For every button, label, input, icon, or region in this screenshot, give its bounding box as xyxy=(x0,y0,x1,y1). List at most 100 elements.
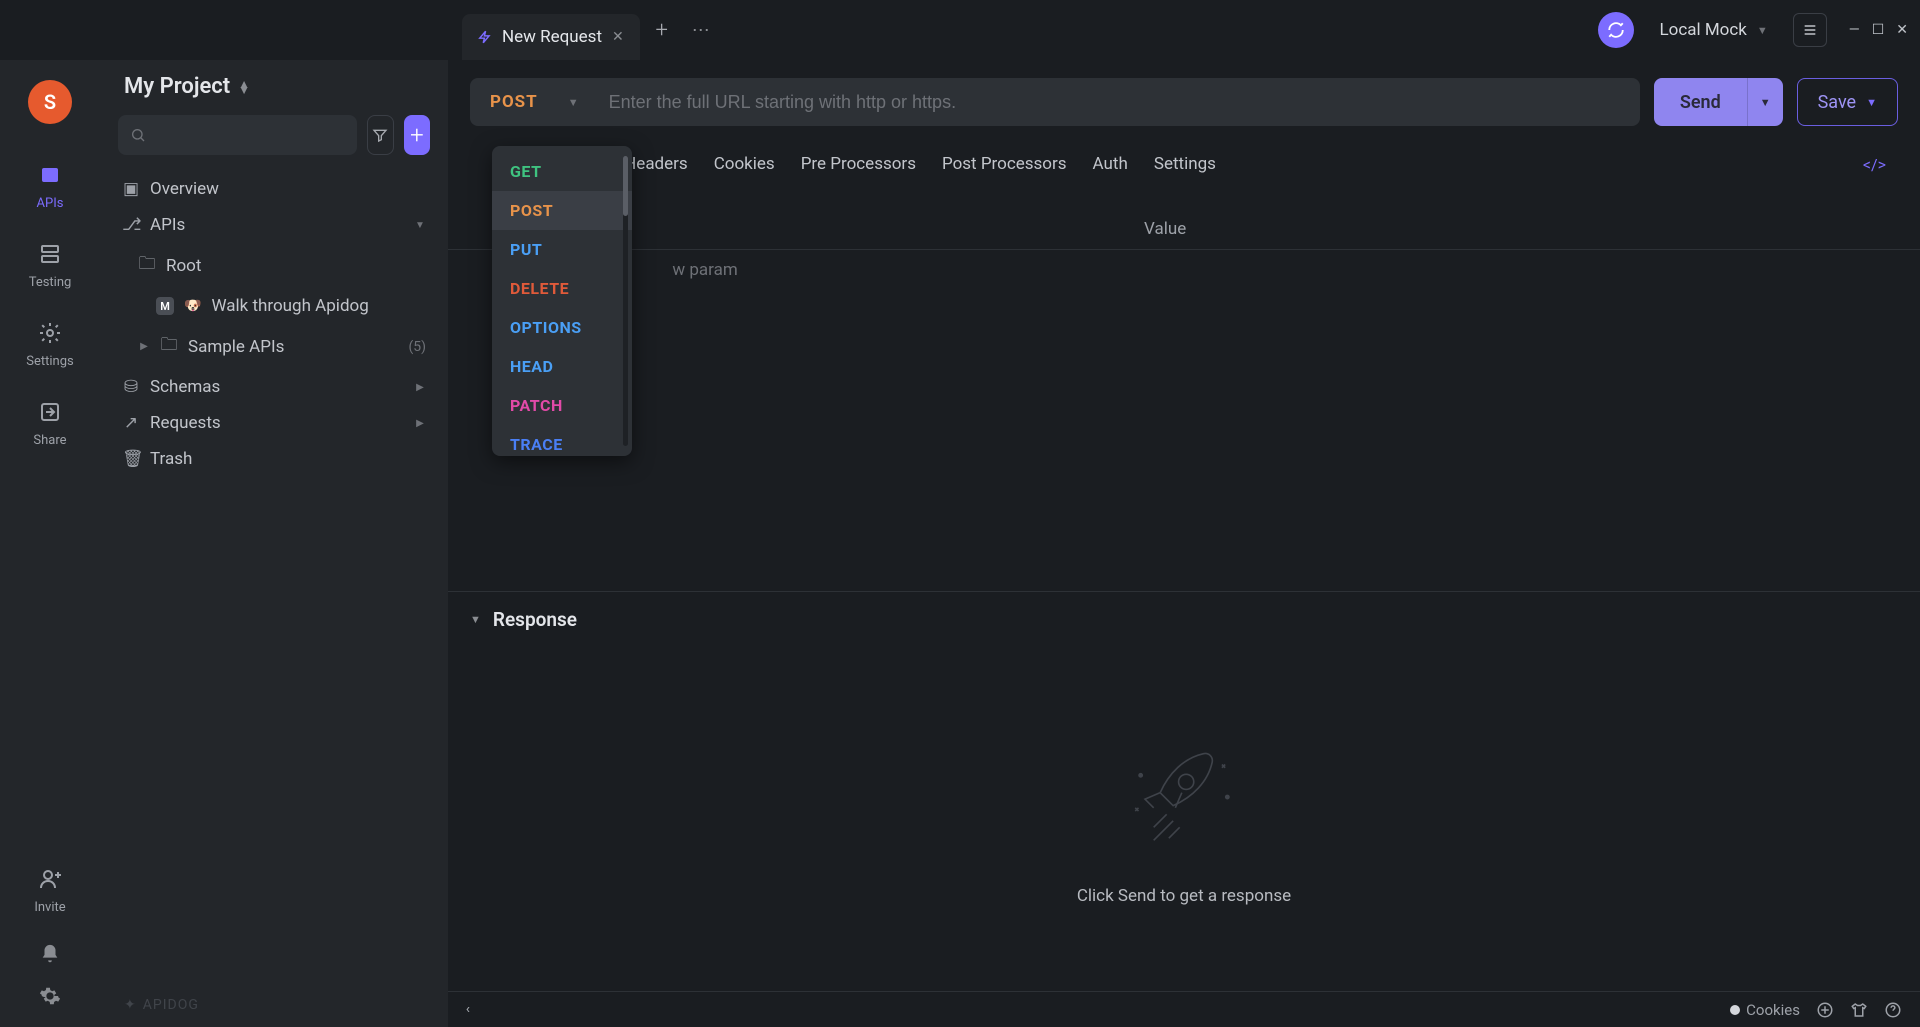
invite-icon xyxy=(35,864,65,894)
tab-cookies[interactable]: Cookies xyxy=(714,144,775,184)
rail-label: Share xyxy=(33,433,66,448)
method-option-put[interactable]: PUT xyxy=(492,230,632,269)
save-label: Save xyxy=(1818,92,1857,113)
requests-icon: ↗ xyxy=(122,413,140,433)
request-tabs: Params Body Headers Cookies Pre Processo… xyxy=(448,136,1920,185)
chevron-right-icon: ▶ xyxy=(414,418,426,429)
sync-button[interactable] xyxy=(1598,12,1634,48)
send-label: Send xyxy=(1654,92,1747,113)
menu-button[interactable] xyxy=(1793,13,1827,47)
status-target-icon[interactable] xyxy=(1816,1001,1834,1019)
method-option-post[interactable]: POST xyxy=(492,191,632,230)
request-icon xyxy=(478,30,492,44)
tree-trash[interactable]: 🗑 Trash xyxy=(112,441,436,477)
params-header-value: Value xyxy=(1144,219,1812,239)
chevron-down-icon: ▼ xyxy=(568,96,579,109)
sort-icon: ▲▼ xyxy=(238,81,250,93)
method-select[interactable]: POST ▼ GET POST PUT DELETE OPTIONS HEAD … xyxy=(470,78,599,126)
url-input[interactable] xyxy=(599,92,1640,113)
send-button[interactable]: Send ▼ xyxy=(1654,78,1783,126)
overview-icon: ▣ xyxy=(122,179,140,199)
status-cookies[interactable]: Cookies xyxy=(1730,1001,1800,1019)
method-option-delete[interactable]: DELETE xyxy=(492,269,632,308)
chevron-down-icon: ▼ xyxy=(414,220,426,231)
method-option-get[interactable]: GET xyxy=(492,152,632,191)
method-option-head[interactable]: HEAD xyxy=(492,347,632,386)
chevron-right-icon: ▶ xyxy=(138,341,150,352)
sidebar: My Project ▲▼ + ▣ Overview ⎇ APIs ▼ xyxy=(100,60,448,1027)
status-shirt-icon[interactable] xyxy=(1850,1001,1868,1019)
tab-auth[interactable]: Auth xyxy=(1093,144,1128,184)
environment-label: Local Mock xyxy=(1659,20,1746,40)
brand-icon: ✦ xyxy=(124,997,137,1013)
maximize-button[interactable]: ☐ xyxy=(1872,22,1885,38)
tab-pre-processors[interactable]: Pre Processors xyxy=(801,144,916,184)
code-snippet-button[interactable]: </> xyxy=(1863,155,1892,174)
tab-post-processors[interactable]: Post Processors xyxy=(942,144,1067,184)
status-help-icon[interactable] xyxy=(1884,1001,1902,1019)
tree-apis[interactable]: ⎇ APIs ▼ xyxy=(112,207,436,243)
tree-schemas[interactable]: ⛁ Schemas ▶ xyxy=(112,369,436,405)
params-new-row[interactable]: Add a new param xyxy=(448,250,1920,290)
window-controls: — ☐ ✕ xyxy=(1849,22,1908,38)
send-dropdown-button[interactable]: ▼ xyxy=(1747,78,1783,126)
dot-icon xyxy=(1730,1005,1740,1015)
tree-sample-apis[interactable]: ▶ 🗀 Sample APIs (5) xyxy=(112,324,436,369)
dropdown-scrollbar[interactable] xyxy=(623,156,628,446)
response-empty-state: Click Send to get a response xyxy=(448,647,1920,991)
rocket-icon xyxy=(1119,732,1249,862)
close-window-button[interactable]: ✕ xyxy=(1896,22,1908,38)
rail-item-testing[interactable]: Testing xyxy=(29,239,72,290)
search-input-wrap[interactable] xyxy=(118,115,357,155)
new-tab-button[interactable]: + xyxy=(644,12,680,48)
rail-label: APIs xyxy=(37,196,64,211)
trash-icon: 🗑 xyxy=(122,449,140,469)
tab-new-request[interactable]: New Request ✕ xyxy=(462,14,640,60)
nav-rail: S APIs Testing Settings Share xyxy=(0,60,100,1027)
method-option-patch[interactable]: PATCH xyxy=(492,386,632,425)
rail-item-invite[interactable]: Invite xyxy=(34,864,65,915)
search-input[interactable] xyxy=(146,127,345,144)
method-dropdown: GET POST PUT DELETE OPTIONS HEAD PATCH T… xyxy=(492,146,632,456)
tab-settings[interactable]: Settings xyxy=(1154,144,1216,184)
project-header[interactable]: My Project ▲▼ xyxy=(100,60,448,105)
tab-headers[interactable]: Headers xyxy=(624,144,688,184)
markdown-badge: M xyxy=(156,297,174,315)
minimize-button[interactable]: — xyxy=(1849,22,1860,38)
rail-item-share[interactable]: Share xyxy=(33,397,66,448)
add-button[interactable]: + xyxy=(404,115,430,155)
folder-icon: 🗀 xyxy=(160,332,178,361)
method-option-options[interactable]: OPTIONS xyxy=(492,308,632,347)
sidebar-tree: ▣ Overview ⎇ APIs ▼ 🗀 Root M 🐶 Walk thro… xyxy=(100,165,448,983)
bell-icon[interactable] xyxy=(39,943,61,965)
url-group: POST ▼ GET POST PUT DELETE OPTIONS HEAD … xyxy=(470,78,1640,126)
user-avatar[interactable]: S xyxy=(28,80,72,124)
rail-item-apis[interactable]: APIs xyxy=(35,160,65,211)
gear-icon[interactable] xyxy=(39,985,61,1007)
params-header-row: Name Value xyxy=(448,209,1920,250)
method-label: POST xyxy=(490,92,538,112)
environment-select[interactable]: Local Mock ▼ xyxy=(1648,13,1778,47)
close-icon[interactable]: ✕ xyxy=(612,29,624,45)
response-section: ▼ Response Click Send to get a response xyxy=(448,591,1920,991)
tree-requests[interactable]: ↗ Requests ▶ xyxy=(112,405,436,441)
tab-overflow-button[interactable]: ⋯ xyxy=(684,20,720,41)
folder-icon: 🗀 xyxy=(138,251,156,280)
project-title: My Project xyxy=(124,74,230,99)
tab-label: New Request xyxy=(502,27,602,47)
rail-label: Settings xyxy=(26,354,73,369)
rail-label: Invite xyxy=(34,900,65,915)
tree-root-folder[interactable]: 🗀 Root xyxy=(112,243,436,288)
chevron-down-icon: ▼ xyxy=(470,613,481,626)
titlebar-right: Local Mock ▼ — ☐ ✕ xyxy=(1598,12,1908,48)
tree-overview[interactable]: ▣ Overview xyxy=(112,171,436,207)
chevron-down-icon: ▼ xyxy=(1757,24,1768,37)
filter-button[interactable] xyxy=(367,115,394,155)
share-icon xyxy=(35,397,65,427)
rail-item-settings[interactable]: Settings xyxy=(26,318,73,369)
status-bar: ‹‹ Cookies xyxy=(448,991,1920,1027)
save-button[interactable]: Save ▼ xyxy=(1797,78,1898,126)
method-option-trace[interactable]: TRACE xyxy=(492,425,632,456)
response-header[interactable]: ▼ Response xyxy=(448,592,1920,647)
tree-walkthrough[interactable]: M 🐶 Walk through Apidog xyxy=(112,288,436,324)
